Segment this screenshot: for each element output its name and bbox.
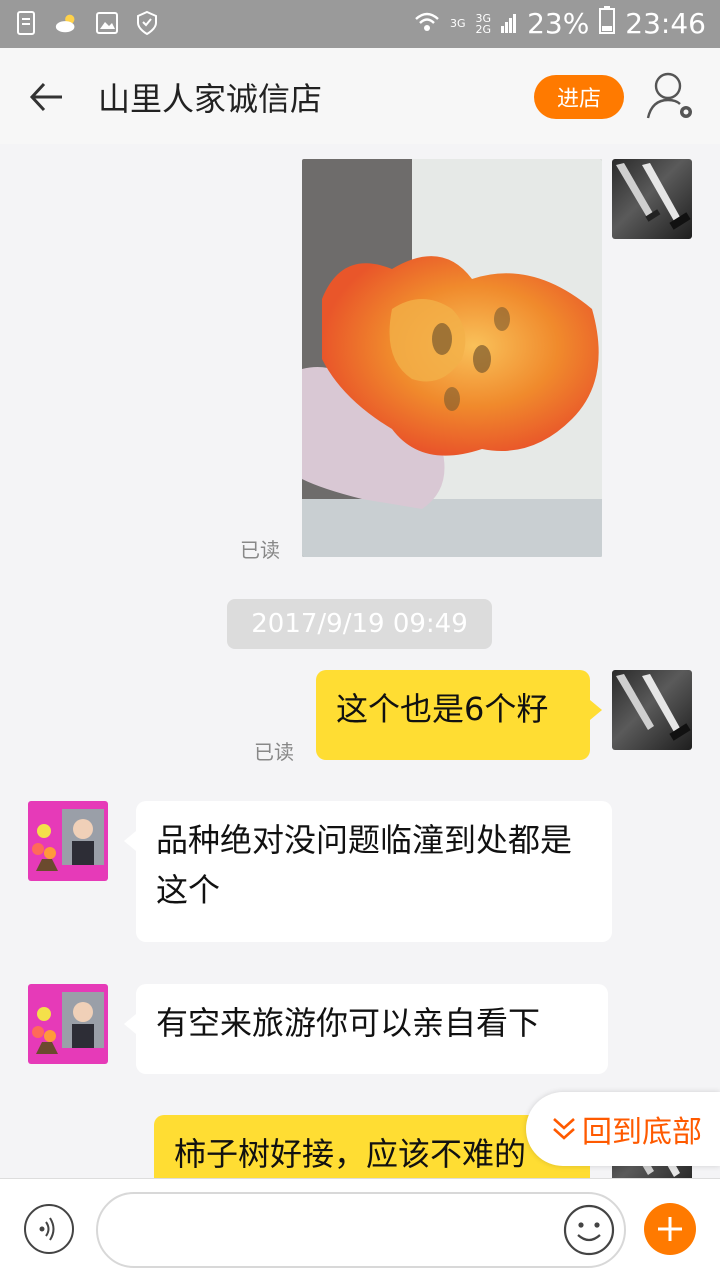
back-to-bottom-button[interactable]: 回到底部: [526, 1092, 720, 1166]
back-to-bottom-label: 回到底部: [582, 1115, 702, 1150]
page-title: 山里人家诚信店: [98, 80, 323, 118]
nav-bar: 山里人家诚信店 进店: [0, 48, 720, 144]
persimmon-photo[interactable]: [302, 159, 602, 557]
shield-icon: [134, 10, 160, 36]
read-status: 已读: [254, 740, 294, 764]
timestamp: 2017/9/19 09:49: [227, 599, 492, 649]
message-text: 有空来旅游你可以亲自看下: [156, 1004, 541, 1042]
enter-shop-button[interactable]: 进店: [534, 75, 624, 119]
user-settings-icon[interactable]: [644, 68, 700, 124]
wifi-icon: [414, 7, 440, 40]
message-bubble-theirs[interactable]: 品种绝对没问题临潼到处都是这个: [124, 801, 612, 942]
my-avatar[interactable]: [612, 670, 692, 750]
back-arrow-icon[interactable]: [26, 76, 68, 118]
network-type-1: 3G: [450, 17, 466, 30]
document-icon: [14, 10, 40, 36]
message-text: 品种绝对没问题临潼到处都是这个: [156, 821, 573, 909]
seller-avatar[interactable]: [28, 801, 108, 881]
read-status: 已读: [240, 538, 280, 562]
message-bubble-mine[interactable]: 柿子树好接，应该不难的: [154, 1115, 602, 1178]
voice-icon[interactable]: [24, 1204, 74, 1254]
battery-percent: 23%: [527, 7, 590, 40]
seller-avatar[interactable]: [28, 984, 108, 1064]
weather-icon: [54, 10, 80, 36]
message-text: 柿子树好接，应该不难的: [174, 1135, 527, 1173]
input-bar: [0, 1178, 720, 1281]
chevron-down-icon: [553, 1118, 575, 1140]
status-bar: 3G 3G 2G 23% 23:46: [0, 0, 720, 48]
battery-icon: [599, 6, 616, 41]
message-input[interactable]: [96, 1192, 626, 1268]
emoji-icon[interactable]: [562, 1203, 616, 1257]
image-icon: [94, 10, 120, 36]
signal-icon: [501, 7, 517, 40]
my-avatar[interactable]: [612, 159, 692, 239]
plus-icon[interactable]: [644, 1203, 696, 1255]
chat-area[interactable]: 已读 2017/9/19 09:49 已读 这个也是6个籽 品种绝对没问题临潼到…: [0, 144, 720, 1178]
message-bubble-theirs[interactable]: 有空来旅游你可以亲自看下: [124, 984, 608, 1074]
message-text: 这个也是6个籽: [336, 690, 549, 728]
clock: 23:46: [625, 7, 706, 40]
network-type-2: 3G 2G: [475, 11, 492, 36]
message-bubble-mine[interactable]: 这个也是6个籽: [316, 670, 602, 760]
